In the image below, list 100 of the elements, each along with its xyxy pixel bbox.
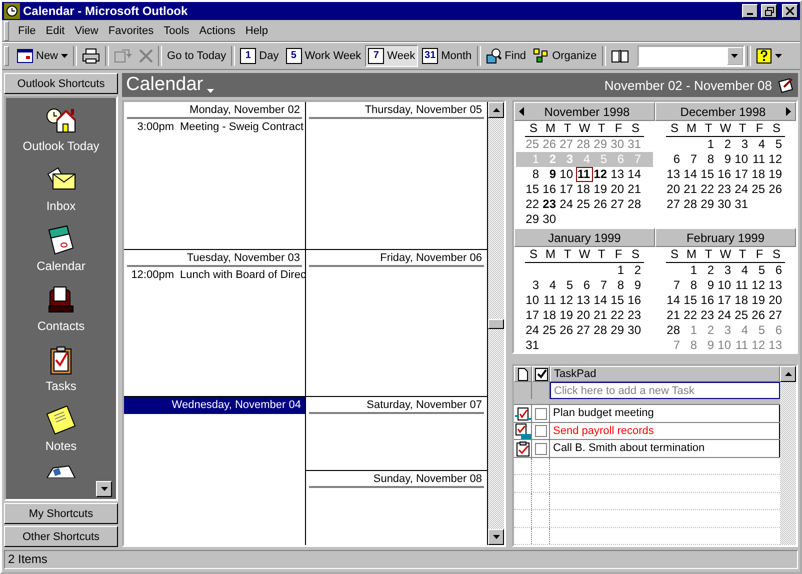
date-cell[interactable]: 10 [717, 338, 734, 353]
date-cell[interactable]: 1 [610, 263, 627, 278]
date-cell[interactable]: 1 [700, 137, 717, 152]
date-cell[interactable]: 22 [610, 308, 627, 323]
date-cell[interactable]: 21 [593, 308, 610, 323]
date-cell[interactable]: 27 [576, 323, 593, 338]
date-cell[interactable]: 25 [576, 197, 593, 212]
appointment[interactable]: 3:00pm Meeting - Sweig Contract [126, 119, 303, 133]
new-button[interactable]: New [14, 45, 72, 67]
date-cell[interactable]: 31 [734, 197, 751, 212]
date-cell[interactable]: 2 [700, 263, 717, 278]
menu-item[interactable]: Favorites [103, 22, 159, 40]
date-cell[interactable]: 1 [683, 263, 700, 278]
shortcut-label[interactable]: Calendar [36, 259, 86, 273]
date-cell[interactable]: 23 [700, 308, 717, 323]
menu-item[interactable]: Actions [194, 22, 240, 40]
date-cell[interactable]: 13 [610, 167, 627, 182]
date-cell[interactable]: 19 [559, 308, 576, 323]
find-button[interactable]: Find [482, 45, 530, 67]
day-cell[interactable]: Monday, November 02 3:00pm Meeting - Sweig Contract [124, 102, 305, 250]
date-cell[interactable]: 9 [700, 278, 717, 293]
date-cell[interactable]: 30 [542, 212, 559, 227]
date-cell[interactable]: 7 [666, 338, 683, 353]
date-cell[interactable]: 16 [542, 182, 559, 197]
date-cell[interactable]: 27 [768, 308, 785, 323]
date-cell[interactable]: 20 [610, 182, 627, 197]
day-header[interactable]: Monday, November 02 [127, 102, 302, 119]
date-cell[interactable]: 12 [751, 278, 768, 293]
menu-item[interactable]: Tools [158, 22, 194, 40]
date-cell[interactable]: 30 [717, 197, 734, 212]
date-cell[interactable]: 11 [576, 167, 593, 182]
date-cell[interactable]: 6 [768, 263, 785, 278]
new-task-field[interactable]: Click here to add a new Task [550, 382, 780, 399]
date-cell[interactable]: 25 [525, 137, 542, 152]
date-cell[interactable]: 6 [576, 278, 593, 293]
date-cell[interactable]: 21 [683, 182, 700, 197]
date-cell[interactable]: 3 [717, 263, 734, 278]
date-cell[interactable]: 20 [576, 308, 593, 323]
date-cell[interactable]: 3 [717, 323, 734, 338]
date-cell[interactable]: 29 [525, 212, 542, 227]
date-cell[interactable]: 29 [593, 137, 610, 152]
shortcut-label[interactable]: Tasks [46, 379, 76, 393]
date-cell[interactable]: 28 [683, 197, 700, 212]
date-cell[interactable]: 4 [734, 263, 751, 278]
date-cell[interactable]: 14 [683, 167, 700, 182]
date-cell[interactable]: 24 [525, 323, 542, 338]
date-cell[interactable]: 11 [751, 152, 768, 167]
date-cell[interactable]: 11 [542, 293, 559, 308]
shortcut-group-button[interactable]: Outlook Shortcuts [4, 73, 118, 94]
date-cell[interactable]: 16 [717, 167, 734, 182]
date-cell[interactable]: 6 [768, 323, 785, 338]
date-cell[interactable]: 29 [700, 197, 717, 212]
date-cell[interactable]: 26 [751, 308, 768, 323]
view-button[interactable]: 1 Day [237, 45, 282, 67]
date-cell[interactable]: 25 [734, 308, 751, 323]
date-cell[interactable]: 24 [717, 308, 734, 323]
date-cell[interactable]: 28 [666, 323, 683, 338]
date-cell[interactable]: 28 [593, 323, 610, 338]
shortcut-group-button[interactable]: My Shortcuts [4, 503, 118, 524]
date-cell[interactable]: 4 [542, 278, 559, 293]
date-cell[interactable]: 29 [610, 323, 627, 338]
date-cell[interactable]: 7 [666, 278, 683, 293]
date-cell[interactable]: 20 [768, 293, 785, 308]
day-header[interactable]: Wednesday, November 04 [124, 397, 305, 414]
date-cell[interactable]: 26 [559, 323, 576, 338]
folder-title-button[interactable]: Calendar [126, 74, 214, 96]
date-cell[interactable]: 10 [734, 152, 751, 167]
date-cell[interactable]: 26 [593, 197, 610, 212]
date-cell[interactable]: 19 [768, 167, 785, 182]
date-cell[interactable]: 13 [768, 278, 785, 293]
date-cell[interactable]: 27 [666, 197, 683, 212]
day-header[interactable]: Tuesday, November 03 [127, 250, 302, 267]
date-cell[interactable]: 28 [627, 197, 644, 212]
date-cell[interactable]: 18 [576, 182, 593, 197]
date-cell[interactable]: 9 [627, 278, 644, 293]
date-cell[interactable]: 16 [627, 293, 644, 308]
date-cell[interactable]: 22 [525, 197, 542, 212]
date-cell[interactable]: 9 [717, 152, 734, 167]
date-cell[interactable]: 8 [683, 338, 700, 353]
date-cell[interactable]: 14 [666, 293, 683, 308]
date-cell[interactable]: 23 [627, 308, 644, 323]
date-cell[interactable]: 30 [610, 137, 627, 152]
day-header[interactable]: Thursday, November 05 [309, 102, 484, 119]
shortcut-label[interactable]: Notes [45, 439, 77, 453]
date-cell[interactable]: 5 [768, 137, 785, 152]
date-cell[interactable]: 21 [627, 182, 644, 197]
date-cell[interactable]: 2 [627, 263, 644, 278]
date-cell[interactable]: 24 [734, 182, 751, 197]
date-cell[interactable]: 13 [576, 293, 593, 308]
date-cell[interactable]: 23 [542, 197, 559, 212]
date-cell[interactable]: 15 [683, 293, 700, 308]
date-cell[interactable]: 19 [751, 293, 768, 308]
date-cell[interactable]: 13 [666, 167, 683, 182]
date-cell[interactable]: 8 [700, 152, 717, 167]
date-cell[interactable]: 1 [683, 323, 700, 338]
date-cell[interactable]: 8 [683, 278, 700, 293]
date-cell[interactable]: 30 [627, 323, 644, 338]
date-cell[interactable]: 7 [683, 152, 700, 167]
date-cell[interactable]: 26 [542, 137, 559, 152]
view-button[interactable]: 7 Week [365, 45, 418, 67]
